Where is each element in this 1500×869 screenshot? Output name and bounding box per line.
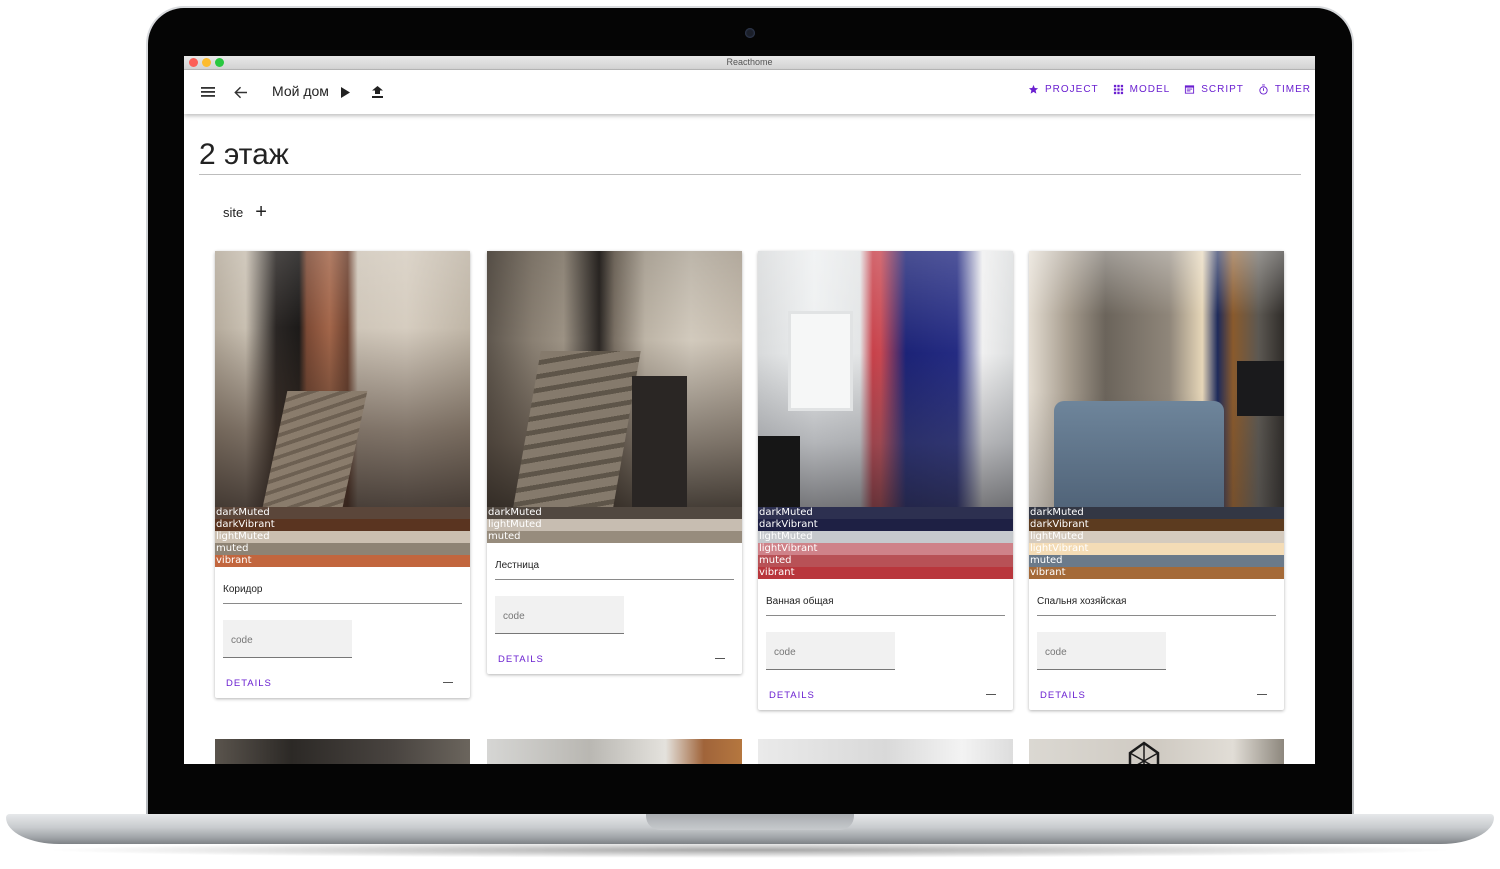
code-input[interactable]: code: [766, 632, 895, 670]
menu-icon[interactable]: [196, 80, 220, 104]
play-icon[interactable]: [333, 80, 357, 104]
card-actions: DETAILS: [487, 634, 742, 674]
window-titlebar: Reacthome: [184, 56, 1315, 70]
pendant-lamp-icon: [1128, 741, 1160, 764]
top-nav: PROJECT MODEL SCRIPT TIMER: [1028, 84, 1311, 95]
swatch-vibrant: vibrant: [758, 567, 1013, 579]
swatch-dark-vibrant: darkVibrant: [758, 519, 1013, 531]
model-button-label: MODEL: [1129, 84, 1171, 95]
swatch-muted: muted: [487, 531, 742, 543]
swatch-light-muted: lightMuted: [758, 531, 1013, 543]
laptop-shadow: [40, 842, 1460, 858]
swatch-dark-muted: darkMuted: [487, 507, 742, 519]
room-name-field[interactable]: Спальня хозяйская: [1037, 579, 1276, 616]
room-image[interactable]: [215, 251, 470, 507]
project-button-label: PROJECT: [1044, 84, 1099, 95]
swatch-light-vibrant: lightVibrant: [1029, 543, 1284, 555]
room-name-field[interactable]: Лестница: [495, 543, 734, 580]
title-underline: [199, 174, 1301, 175]
collapse-icon[interactable]: [715, 658, 725, 659]
swatch-dark-muted: darkMuted: [215, 507, 470, 519]
details-button[interactable]: DETAILS: [226, 678, 272, 689]
details-button[interactable]: DETAILS: [1040, 690, 1086, 701]
code-input[interactable]: code: [1037, 632, 1166, 670]
code-input[interactable]: code: [223, 620, 352, 658]
screen: Reacthome Мой дом PROJECT MODEL SCRIPT T…: [184, 56, 1315, 764]
room-card-preview[interactable]: [758, 739, 1013, 764]
project-button[interactable]: PROJECT: [1028, 84, 1099, 95]
back-arrow-icon[interactable]: [228, 80, 252, 104]
details-button[interactable]: DETAILS: [498, 654, 544, 665]
swatch-vibrant: vibrant: [1029, 567, 1284, 579]
script-button[interactable]: SCRIPT: [1184, 84, 1244, 95]
room-card-preview[interactable]: [215, 739, 470, 764]
timer-button[interactable]: TIMER: [1258, 84, 1311, 95]
main-content: 2 этаж site + darkMuted darkVibrant ligh…: [184, 114, 1315, 764]
collapse-icon[interactable]: [986, 694, 996, 695]
room-image[interactable]: [487, 251, 742, 507]
code-input[interactable]: code: [495, 596, 624, 634]
swatch-muted: muted: [758, 555, 1013, 567]
collapse-icon[interactable]: [443, 682, 453, 683]
project-name: Мой дом: [272, 83, 329, 99]
room-card: darkMuted darkVibrant lightMuted muted v…: [215, 251, 470, 698]
room-card: darkMuted darkVibrant lightMuted lightVi…: [1029, 251, 1284, 710]
app-bar: Мой дом PROJECT MODEL SCRIPT TIMER: [184, 70, 1315, 114]
collapse-icon[interactable]: [1257, 694, 1267, 695]
room-card: darkMuted lightMuted muted Лестница code…: [487, 251, 742, 674]
grid-icon: [1113, 84, 1123, 95]
room-card-preview[interactable]: [1029, 739, 1284, 764]
swatch-light-muted: lightMuted: [1029, 531, 1284, 543]
room-card: darkMuted darkVibrant lightMuted lightVi…: [758, 251, 1013, 710]
page-title[interactable]: 2 этаж: [199, 138, 289, 172]
card-actions: DETAILS: [1029, 670, 1284, 710]
swatch-vibrant: vibrant: [215, 555, 470, 567]
swatch-light-muted: lightMuted: [215, 531, 470, 543]
timer-icon: [1259, 84, 1268, 95]
swatch-dark-vibrant: darkVibrant: [215, 519, 470, 531]
add-site-button[interactable]: +: [255, 202, 267, 222]
swatch-dark-muted: darkMuted: [758, 507, 1013, 519]
swatch-dark-muted: darkMuted: [1029, 507, 1284, 519]
camera: [745, 28, 755, 38]
room-name-field[interactable]: Ванная общая: [766, 579, 1005, 616]
card-actions: DETAILS: [758, 670, 1013, 710]
swatch-dark-vibrant: darkVibrant: [1029, 519, 1284, 531]
model-button[interactable]: MODEL: [1113, 84, 1171, 95]
room-card-preview[interactable]: [487, 739, 742, 764]
room-image[interactable]: [1029, 251, 1284, 507]
swatch-light-vibrant: lightVibrant: [758, 543, 1013, 555]
room-image[interactable]: [758, 251, 1013, 507]
details-button[interactable]: DETAILS: [769, 690, 815, 701]
timer-button-label: TIMER: [1274, 84, 1311, 95]
laptop-notch: [646, 814, 854, 830]
site-label: site: [223, 205, 244, 220]
site-row: site +: [223, 202, 267, 222]
swatch-muted: muted: [215, 543, 470, 555]
swatch-light-muted: lightMuted: [487, 519, 742, 531]
script-button-label: SCRIPT: [1201, 84, 1244, 95]
upload-icon[interactable]: [365, 80, 389, 104]
card-actions: DETAILS: [215, 658, 470, 698]
room-name-field[interactable]: Коридор: [223, 567, 462, 604]
script-icon: [1185, 85, 1195, 94]
star-icon: [1028, 84, 1039, 94]
window-title: Reacthome: [726, 57, 773, 67]
swatch-muted: muted: [1029, 555, 1284, 567]
